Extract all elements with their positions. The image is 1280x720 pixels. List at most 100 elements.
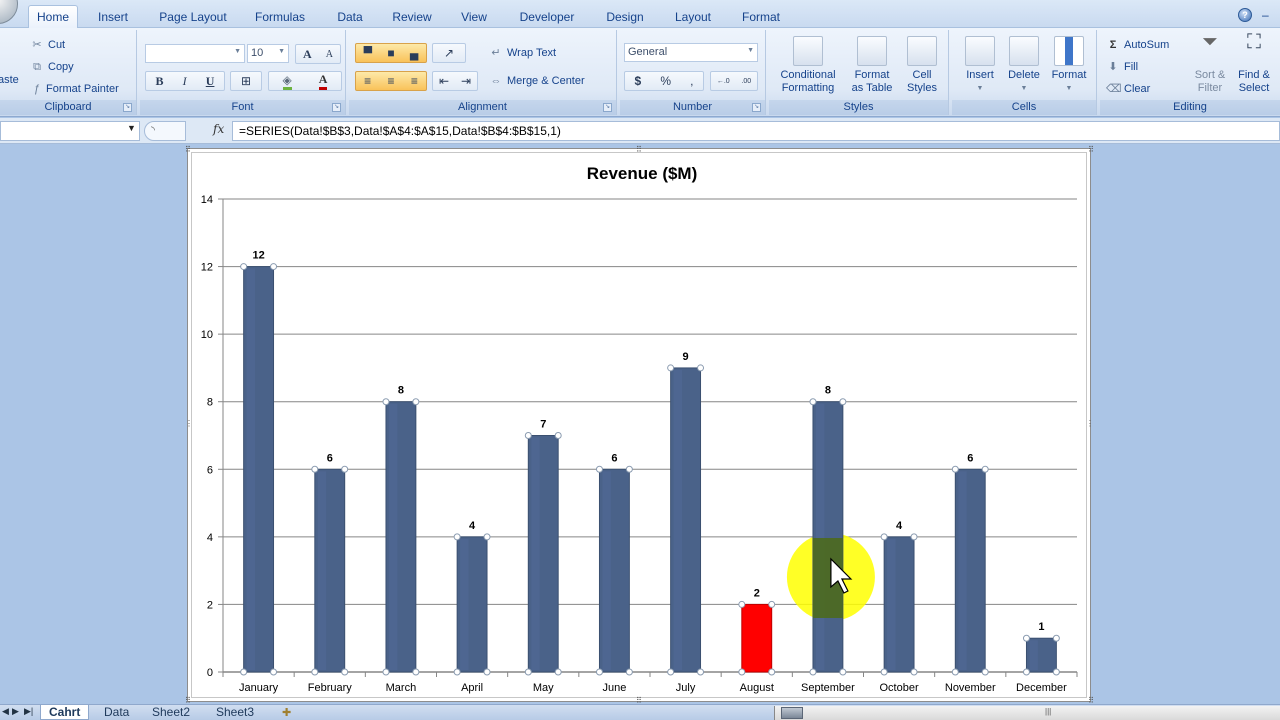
alignment-launcher-icon[interactable]: ↘	[603, 103, 612, 112]
autosum-button[interactable]: Σ AutoSum	[1106, 38, 1170, 52]
data-label: 12	[252, 250, 264, 262]
horizontal-scrollbar[interactable]: |||	[774, 706, 1280, 720]
tab-review[interactable]: Review	[385, 6, 439, 28]
font-style-buttons: B I U	[145, 71, 225, 91]
tab-home[interactable]: Home	[28, 5, 78, 29]
font-color-icon[interactable]: A	[318, 72, 328, 90]
align-center-icon[interactable]: ≡	[387, 74, 394, 88]
format-painter-button[interactable]: ƒ Format Painter	[32, 82, 119, 96]
sheet-tab-cahrt[interactable]: Cahrt	[40, 705, 90, 720]
selection-handle	[554, 432, 562, 439]
chevron-down-icon: ▼	[1065, 85, 1073, 92]
sort-filter-button[interactable]: ⏷ Sort & Filter	[1190, 32, 1230, 95]
selection-handle	[341, 668, 349, 676]
sheet-tab-sheet3[interactable]: Sheet3	[208, 705, 262, 720]
selection-handle	[809, 668, 817, 676]
sheet-tab-data[interactable]: Data	[96, 705, 137, 720]
decrease-decimal-button[interactable]: .00	[741, 78, 751, 85]
delete-cells-button[interactable]: Delete ▼	[1002, 36, 1046, 95]
tab-design[interactable]: Design	[600, 6, 650, 28]
font-grow-shrink: A A	[295, 44, 341, 64]
tab-page-layout[interactable]: Page Layout	[152, 6, 234, 28]
sheet-tab-sheet2[interactable]: Sheet2	[144, 705, 198, 720]
next-sheet-icon[interactable]: ▶	[12, 706, 19, 717]
clear-button[interactable]: ⌫ Clear	[1106, 82, 1150, 96]
fill-color-icon[interactable]: ◈	[282, 73, 292, 90]
paste-label: aste	[0, 74, 19, 86]
conditional-label-1: Conditional	[780, 69, 836, 81]
merge-center-button[interactable]: ⇔ Merge & Center	[489, 74, 585, 88]
clear-label: Clear	[1124, 83, 1151, 95]
bold-button[interactable]: B	[156, 74, 164, 89]
selection-handle	[311, 465, 319, 473]
conditional-formatting-button[interactable]: Conditional Formatting	[773, 36, 843, 95]
last-sheet-icon[interactable]: ▶|	[24, 706, 33, 717]
increase-decimal-button[interactable]: ←.0	[717, 78, 730, 85]
orientation-button[interactable]: ↗	[432, 43, 466, 63]
tab-layout[interactable]: Layout	[668, 6, 718, 28]
find-select-button[interactable]: ⛶ Find & Select	[1232, 32, 1276, 95]
bar-sheen	[317, 471, 327, 670]
underline-button[interactable]: U	[206, 74, 215, 89]
find-label-1: Find &	[1238, 69, 1270, 81]
percent-button[interactable]: %	[660, 74, 671, 88]
format-as-table-button[interactable]: Format as Table	[847, 36, 897, 95]
office-button[interactable]	[0, 0, 18, 24]
tab-developer[interactable]: Developer	[511, 6, 583, 28]
number-style-buttons: $ % ,	[624, 71, 704, 91]
selection-handle	[880, 668, 888, 676]
scrollbar-thumb[interactable]	[781, 707, 803, 719]
name-box[interactable]	[0, 121, 140, 141]
cut-button[interactable]: ✂ Cut	[30, 38, 65, 52]
clipboard-launcher-icon[interactable]: ↘	[123, 103, 132, 112]
tab-insert[interactable]: Insert	[88, 6, 138, 28]
align-bottom-icon[interactable]: ▄	[410, 46, 419, 60]
cell-styles-button[interactable]: Cell Styles	[899, 36, 945, 95]
align-left-icon[interactable]: ≡	[364, 74, 371, 88]
shrink-font-button[interactable]: A	[326, 49, 333, 60]
copy-button[interactable]: ⧉ Copy	[30, 60, 74, 74]
comma-button[interactable]: ,	[690, 74, 693, 88]
delete-cells-icon	[1009, 36, 1039, 66]
font-launcher-icon[interactable]: ↘	[332, 103, 341, 112]
format-cells-button[interactable]: Format ▼	[1046, 36, 1092, 95]
number-format-combo[interactable]: General ▼	[624, 43, 758, 62]
selection-handle	[412, 398, 420, 406]
formula-input[interactable]: =SERIES(Data!$B$3,Data!$A$4:$A$15,Data!$…	[232, 121, 1280, 141]
borders-button[interactable]: ⊞	[230, 71, 262, 91]
tab-data[interactable]: Data	[330, 6, 370, 28]
wrap-text-button[interactable]: ↵ Wrap Text	[489, 46, 556, 60]
minimize-ribbon-icon[interactable]: –	[1262, 8, 1272, 22]
tab-view[interactable]: View	[455, 6, 493, 28]
font-name-combo[interactable]: ▼	[145, 44, 245, 63]
fill-button[interactable]: ⬇ Fill	[1106, 60, 1138, 74]
autosum-label: AutoSum	[1124, 39, 1170, 51]
formula-expand-icon[interactable]: ◝	[144, 121, 186, 141]
increase-indent-icon[interactable]: ⇥	[461, 74, 471, 88]
decrease-indent-icon[interactable]: ⇤	[439, 74, 449, 88]
align-top-icon[interactable]: ▀	[364, 46, 373, 60]
insert-sheet-icon[interactable]: ✚	[282, 706, 291, 719]
chart-area[interactable]: ⠿ ⠿ ⠿ ⋮ ⋮ ⠿ ⠿ ⠿ Revenue ($M) 0 2 4 6 8 10 12 14 1…	[185, 145, 1094, 705]
paste-button[interactable]: aste	[0, 74, 19, 86]
y-tick-label: 14	[201, 194, 213, 206]
currency-button[interactable]: $	[635, 74, 642, 88]
italic-button[interactable]: I	[183, 74, 187, 89]
chevron-down-icon: ▼	[278, 48, 285, 55]
chevron-down-icon[interactable]: ▼	[127, 123, 136, 133]
tab-formulas[interactable]: Formulas	[247, 6, 313, 28]
grow-font-button[interactable]: A	[303, 47, 312, 62]
font-size-combo[interactable]: 10 ▼	[247, 44, 289, 63]
scissors-icon: ✂	[32, 39, 42, 51]
selection-handle	[1022, 634, 1030, 642]
selection-handle	[240, 263, 248, 271]
align-right-icon[interactable]: ≡	[411, 74, 418, 88]
first-sheet-icon[interactable]: ◀	[2, 706, 9, 717]
help-icon[interactable]: ?	[1238, 8, 1252, 22]
insert-cells-button[interactable]: Insert ▼	[958, 36, 1002, 95]
insert-function-icon[interactable]: fx	[213, 122, 224, 136]
align-middle-icon[interactable]: ■	[387, 46, 394, 60]
tab-format[interactable]: Format	[735, 6, 787, 28]
x-tick-label: June	[602, 682, 626, 694]
number-launcher-icon[interactable]: ↘	[752, 103, 761, 112]
